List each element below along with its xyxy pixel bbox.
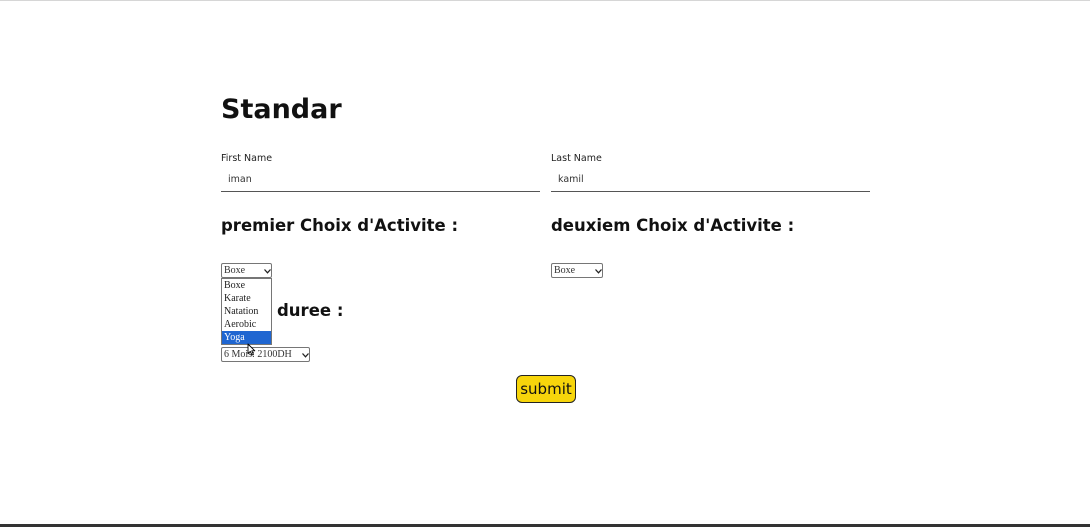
first-name-label: First Name (221, 153, 273, 164)
deuxiem-choix-select[interactable]: Boxe (551, 263, 603, 278)
first-name-input[interactable] (221, 168, 540, 192)
premier-choix-selected-value: Boxe (224, 265, 246, 276)
page-title: Standar (221, 94, 342, 125)
duree-selected-value: 6 Mois: 2100DH (224, 349, 292, 360)
last-name-input[interactable] (551, 168, 870, 192)
mouse-pointer-icon (247, 343, 256, 361)
last-name-label: Last Name (551, 153, 602, 164)
duree-select[interactable]: 6 Mois: 2100DH (221, 347, 310, 362)
option-boxe[interactable]: Boxe (222, 279, 271, 292)
deuxiem-choix-selected-value: Boxe (554, 265, 576, 276)
option-aerobic[interactable]: Aerobic (222, 318, 271, 331)
option-natation[interactable]: Natation (222, 305, 271, 318)
deuxiem-choix-heading: deuxiem Choix d'Activite : (551, 216, 795, 235)
premier-choix-heading: premier Choix d'Activite : (221, 216, 459, 235)
premier-choix-options-list: Boxe Karate Natation Aerobic Yoga (221, 278, 272, 345)
duree-heading: duree : (277, 301, 344, 320)
submit-button[interactable]: submit (516, 375, 576, 403)
premier-choix-select[interactable]: Boxe (221, 263, 272, 278)
option-karate[interactable]: Karate (222, 292, 271, 305)
top-border (0, 0, 1090, 1)
